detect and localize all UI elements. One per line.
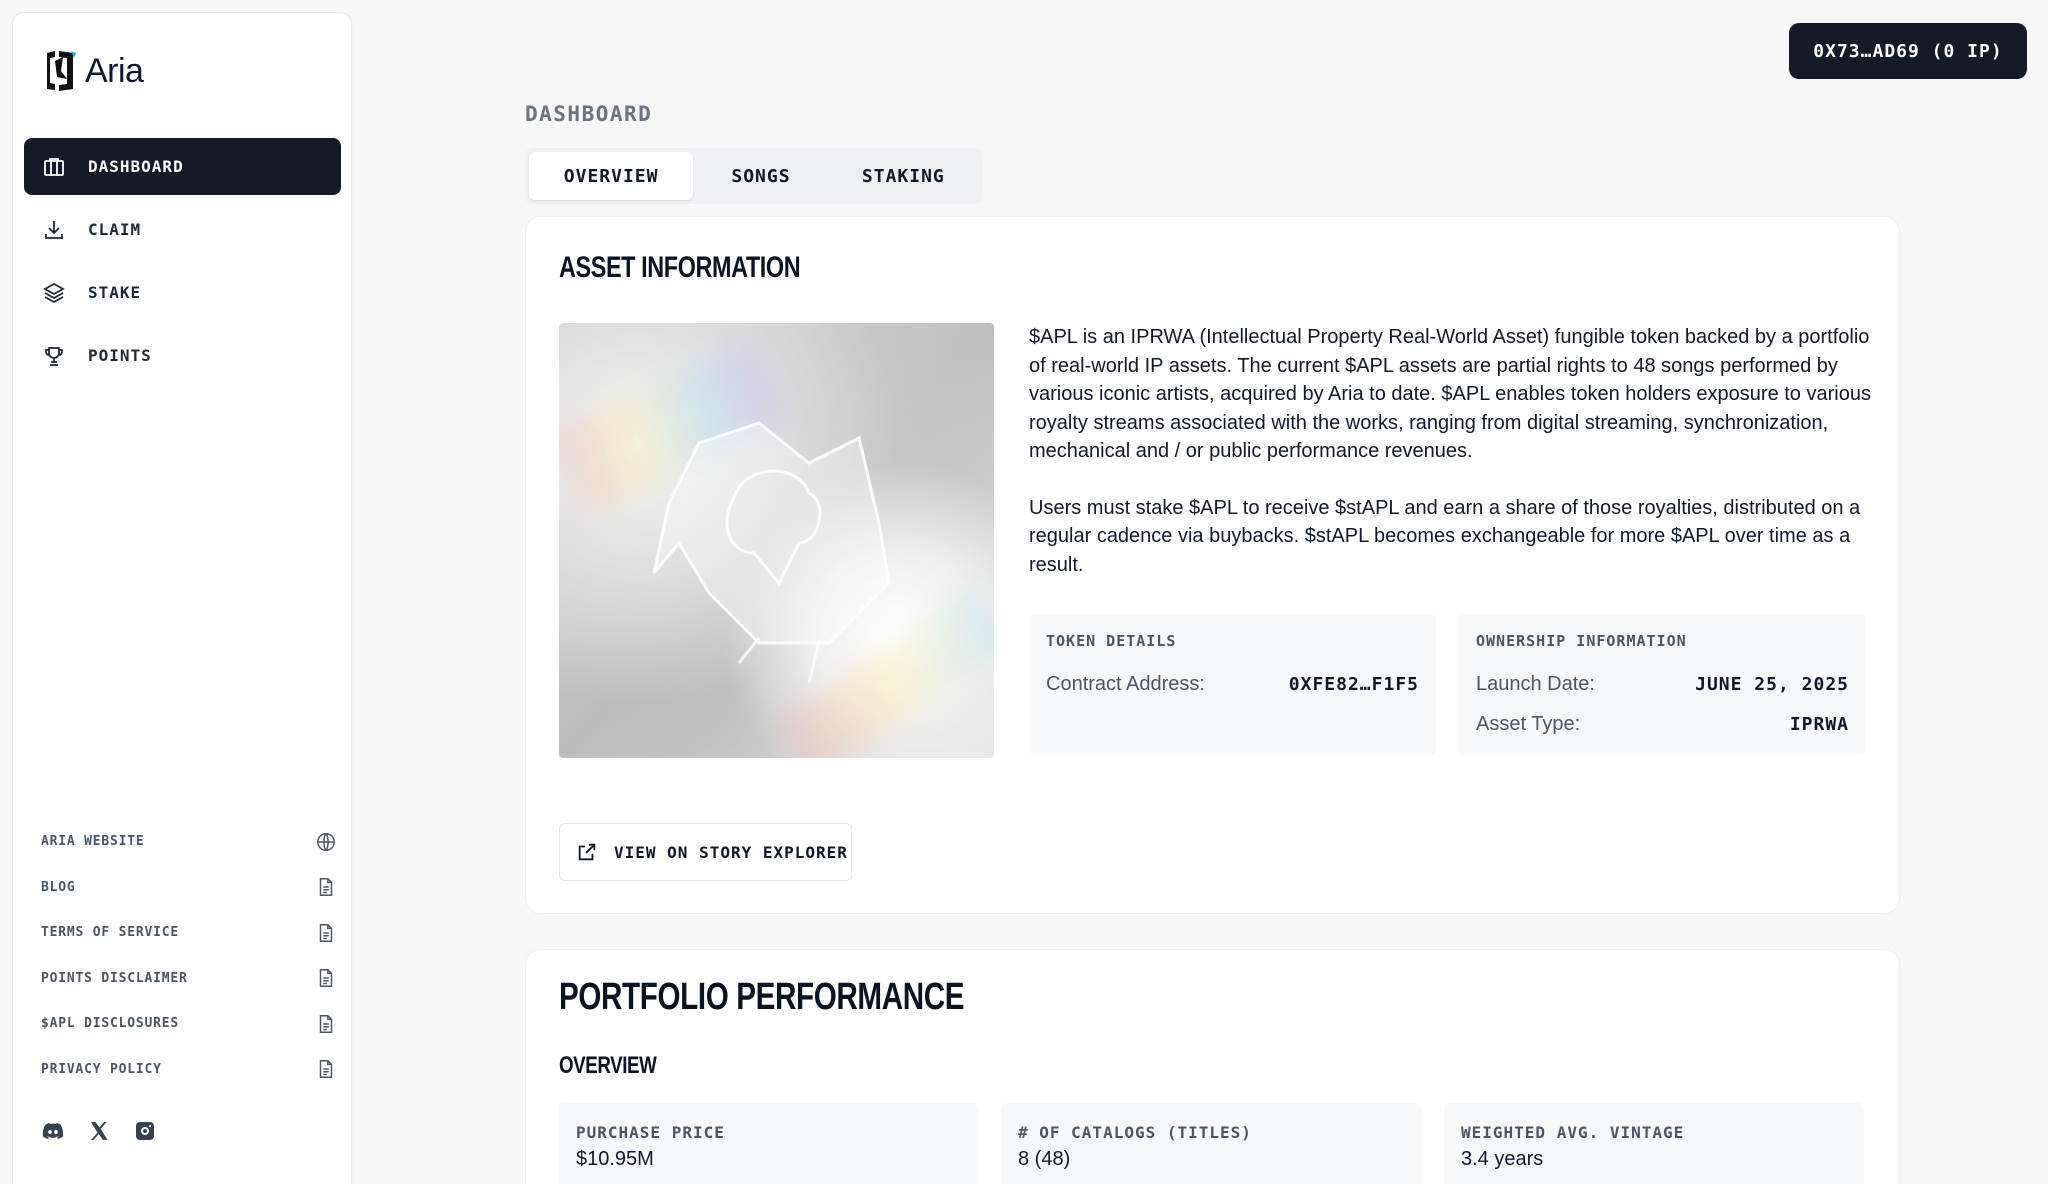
link-aria-website[interactable]: ARIA WEBSITE bbox=[41, 819, 337, 865]
description-paragraph: $APL is an IPRWA (Intellectual Property … bbox=[1029, 326, 1871, 462]
link-label: ARIA WEBSITE bbox=[41, 834, 145, 850]
sidebar-item-label: POINTS bbox=[88, 346, 152, 365]
sidebar-nav: DASHBOARD CLAIM STAKE POINTS bbox=[24, 138, 341, 390]
stat-label: # OF CATALOGS (TITLES) bbox=[1018, 1123, 1252, 1142]
download-icon bbox=[45, 220, 63, 239]
sidebar-item-label: CLAIM bbox=[88, 220, 142, 239]
asset-type-row: Asset Type: IPRWA bbox=[1476, 704, 1849, 744]
contract-address-row: Contract Address: 0XFE82…F1F5 bbox=[1046, 664, 1419, 704]
launch-date-row: Launch Date: JUNE 25, 2025 bbox=[1476, 664, 1849, 704]
sidebar-item-label: DASHBOARD bbox=[88, 157, 184, 176]
stat-value: 3.4 years bbox=[1461, 1148, 1544, 1170]
contract-address-value[interactable]: 0XFE82…F1F5 bbox=[1289, 674, 1419, 695]
sidebar-item-dashboard[interactable]: DASHBOARD bbox=[24, 138, 341, 195]
link-label: TERMS OF SERVICE bbox=[41, 925, 180, 941]
link-privacy-policy[interactable]: PRIVACY POLICY bbox=[41, 1047, 337, 1093]
asset-type-label: Asset Type: bbox=[1476, 712, 1581, 735]
link-blog[interactable]: BLOG bbox=[41, 865, 337, 911]
panel-label: TOKEN DETAILS bbox=[1046, 632, 1177, 650]
button-label: VIEW ON STORY EXPLORER bbox=[614, 842, 848, 862]
brand-logo[interactable]: Aria bbox=[41, 49, 144, 93]
token-details-panel: TOKEN DETAILS Contract Address: 0XFE82…F… bbox=[1029, 614, 1436, 755]
social-links bbox=[41, 1119, 157, 1143]
sidebar-item-claim[interactable]: CLAIM bbox=[24, 201, 341, 258]
x-icon[interactable] bbox=[87, 1119, 111, 1143]
sidebar-item-stake[interactable]: STAKE bbox=[24, 264, 341, 321]
globe-icon bbox=[317, 832, 335, 851]
stat-catalogs: # OF CATALOGS (TITLES) 8 (48) bbox=[1001, 1103, 1421, 1184]
document-icon bbox=[319, 878, 333, 897]
sidebar-item-points[interactable]: POINTS bbox=[24, 327, 341, 384]
dashboard-icon bbox=[44, 157, 64, 176]
external-link-icon bbox=[578, 843, 596, 861]
document-icon bbox=[319, 1014, 333, 1033]
wallet-button[interactable]: 0X73…AD69 (0 IP) bbox=[1789, 23, 2027, 79]
brand-name: Aria bbox=[85, 51, 144, 90]
ownership-information-panel: OWNERSHIP INFORMATION Launch Date: JUNE … bbox=[1459, 614, 1866, 755]
launch-date-value: JUNE 25, 2025 bbox=[1695, 673, 1849, 695]
trophy-icon bbox=[45, 346, 63, 366]
footer-links: ARIA WEBSITE BLOG TERMS OF SERVICE POINT… bbox=[41, 819, 337, 1092]
panel-label: OWNERSHIP INFORMATION bbox=[1476, 632, 1687, 650]
document-icon bbox=[319, 923, 333, 942]
link-label: BLOG bbox=[41, 879, 76, 895]
link-label: POINTS DISCLAIMER bbox=[41, 970, 188, 986]
document-icon bbox=[319, 969, 333, 988]
link-label: PRIVACY POLICY bbox=[41, 1061, 162, 1077]
asset-artwork bbox=[559, 323, 994, 758]
asset-information-card: ASSET INFORMATION $APL is an IPRWA (Inte… bbox=[525, 216, 1900, 914]
stat-label: PURCHASE PRICE bbox=[576, 1123, 725, 1142]
stat-weighted-avg-vintage: WEIGHTED AVG. VINTAGE 3.4 years bbox=[1444, 1103, 1864, 1184]
link-apl-disclosures[interactable]: $APL DISCLOSURES bbox=[41, 1001, 337, 1047]
stat-label: WEIGHTED AVG. VINTAGE bbox=[1461, 1123, 1685, 1142]
aria-logo-icon bbox=[47, 51, 76, 91]
portfolio-performance-card: PORTFOLIO PERFORMANCE OVERVIEW PURCHASE … bbox=[525, 949, 1900, 1184]
document-icon bbox=[319, 1060, 333, 1079]
card-title: ASSET INFORMATION bbox=[559, 251, 801, 284]
link-points-disclaimer[interactable]: POINTS DISCLAIMER bbox=[41, 956, 337, 1002]
asset-description: $APL is an IPRWA (Intellectual Property … bbox=[1029, 323, 1879, 579]
view-on-story-explorer-button[interactable]: VIEW ON STORY EXPLORER bbox=[559, 823, 852, 881]
stat-value: $10.95M bbox=[576, 1148, 654, 1170]
sidebar-item-label: STAKE bbox=[88, 283, 142, 302]
contract-address-label: Contract Address: bbox=[1046, 672, 1205, 695]
page-title: DASHBOARD bbox=[525, 102, 653, 126]
tab-overview[interactable]: OVERVIEW bbox=[529, 152, 694, 200]
apl-emblem-icon bbox=[652, 421, 891, 684]
launch-date-label: Launch Date: bbox=[1476, 672, 1595, 695]
description-paragraph: Users must stake $APL to receive $stAPL … bbox=[1029, 496, 1861, 576]
asset-type-value: IPRWA bbox=[1789, 713, 1849, 735]
card-title: PORTFOLIO PERFORMANCE bbox=[559, 976, 965, 1018]
link-terms-of-service[interactable]: TERMS OF SERVICE bbox=[41, 910, 337, 956]
tab-staking[interactable]: STAKING bbox=[829, 152, 978, 200]
tab-songs[interactable]: SONGS bbox=[697, 152, 824, 200]
stat-purchase-price: PURCHASE PRICE $10.95M bbox=[559, 1103, 979, 1184]
link-label: $APL DISCLOSURES bbox=[41, 1016, 180, 1032]
stat-value: 8 (48) bbox=[1018, 1148, 1071, 1170]
section-subtitle: OVERVIEW bbox=[559, 1052, 657, 1079]
tab-bar: OVERVIEW SONGS STAKING bbox=[525, 148, 982, 204]
discord-icon[interactable] bbox=[41, 1119, 65, 1143]
instagram-icon[interactable] bbox=[133, 1119, 157, 1143]
layers-icon bbox=[43, 282, 65, 303]
sidebar: Aria DASHBOARD CLAIM STAKE POINTS ARIA W… bbox=[12, 12, 352, 1184]
